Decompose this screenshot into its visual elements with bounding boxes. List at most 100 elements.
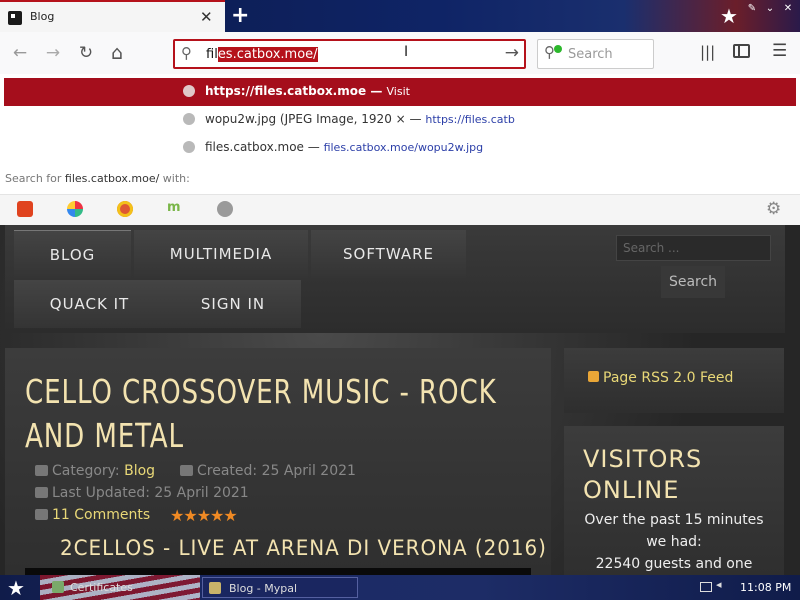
forward-button[interactable]: → [42,42,64,64]
hamburger-menu-icon[interactable]: ☰ [772,41,787,61]
taskbar-item-blog[interactable]: Blog - Mypal [202,577,358,598]
taskbar-item-certificates[interactable]: Certificates [48,577,198,598]
duckduckgo-icon[interactable] [117,201,133,217]
volume-icon[interactable]: ◂ [716,578,722,591]
star-logo-icon: ★ [720,4,738,28]
calendar-icon [35,487,48,498]
tab-strip: Blog ✕ + ★ ✎ ⌄ ✕ [0,0,800,32]
folder-icon [35,465,48,476]
menu-item-sign-in[interactable]: SIGN IN [165,280,301,328]
text-cursor-icon: I [404,44,409,60]
search-for-prefix: Search for [5,172,65,185]
gear-icon[interactable]: ⚙ [766,199,781,219]
url-typed-text: fil [206,47,218,62]
task-label: Blog - Mypal [229,582,298,595]
created-date: Created: 25 April 2021 [197,463,356,479]
home-button[interactable]: ⌂ [106,42,128,64]
site-search-button[interactable]: Search [661,266,725,298]
category-label: Category: [52,463,125,479]
menu-item-blog[interactable]: BLOG [14,230,131,278]
search-engine-row: m ⚙ [0,194,800,225]
library-icon[interactable]: ||| [700,43,715,61]
tab-title: Blog [30,10,55,23]
favicon-icon [8,11,22,25]
pencil-icon[interactable]: ✎ [746,3,758,15]
mojeek-icon[interactable]: m [167,201,183,217]
search-for-query: files.catbox.moe/ [64,172,160,185]
search-icon: ⚲ [181,44,192,62]
back-button[interactable]: ← [9,42,31,64]
article-category: Category: Blog [35,463,155,479]
category-link[interactable]: Blog [124,463,155,479]
comments-count: 11 Comments [52,507,151,523]
rss-link[interactable]: Page RSS 2.0 Feed [588,370,733,386]
suggestion-separator: — [303,140,324,154]
suggestion-text: https://files.catbox.moe [205,84,367,98]
window-controls: ✎ ⌄ ✕ [746,3,794,15]
reload-button[interactable]: ↻ [75,42,97,64]
site-search-input[interactable]: Search ... [616,235,771,261]
brave-icon[interactable] [17,201,33,217]
web-page: BLOG MULTIMEDIA SOFTWARE QUACK IT SIGN I… [0,225,800,575]
article-title: CELLO CROSSOVER MUSIC - ROCK AND METAL [25,372,497,455]
menu-item-multimedia[interactable]: MULTIMEDIA [134,230,308,278]
menu-item-quack-it[interactable]: QUACK IT [14,280,165,328]
clock: 11:08 PM [740,581,792,594]
suggestion-separator: — [366,84,387,98]
close-window-icon[interactable]: ✕ [782,3,794,15]
suggestion-url: https://files.catb [425,113,515,126]
start-menu-icon[interactable]: ★ [7,576,25,600]
menu-item-software[interactable]: SOFTWARE [311,230,466,278]
suggestion-text: files.catbox.moe [205,140,304,154]
video-title: 2CELLOS - LIVE AT ARENA DI VERONA (2016) [60,536,547,560]
page-icon [183,141,195,153]
suggestion-url: files.catbox.moe/wopu2w.jpg [323,141,484,154]
taskbar: ★ Certificates Blog - Mypal ◂ 11:08 PM [0,575,800,600]
video-player[interactable] [25,568,531,575]
minimize-icon[interactable]: ⌄ [764,3,776,15]
rss-icon [588,371,599,382]
visitors-line: 22540 guests and one [595,556,753,572]
globe-icon [183,85,195,97]
task-label: Certificates [70,581,133,594]
search-with-label: Search for files.catbox.moe/ with: [5,172,190,185]
add-engine-icon [554,45,562,53]
keyboard-icon[interactable] [700,582,712,592]
visit-label: Visit [386,85,410,98]
rating-stars[interactable]: ★★★★★ [170,506,238,525]
comment-icon [35,509,48,520]
search-bar[interactable]: ⚲ Search [537,39,654,69]
visitors-title: VISITORS ONLINE [583,445,703,504]
url-autofill-selection: es.catbox.moe/ [217,47,318,62]
suggestion-history[interactable]: wopu2w.jpg (JPEG Image, 1920 × — https:/… [4,106,796,134]
site-menu: BLOG MULTIMEDIA SOFTWARE QUACK IT SIGN I… [5,225,785,333]
page-icon [183,113,195,125]
sidebar-toggle-icon[interactable] [733,44,750,58]
visitors-line: Over the past 15 minutes [584,512,764,528]
rss-label: Page RSS 2.0 Feed [603,370,734,386]
search-engine-icon[interactable] [217,201,233,217]
article-created: Created: 25 April 2021 [180,463,356,479]
article-updated: Last Updated: 25 April 2021 [35,485,249,501]
calendar-icon [180,465,193,476]
rss-panel: Page RSS 2.0 Feed [564,348,784,413]
url-input[interactable]: files.catbox.moe/ [206,47,318,62]
updated-date: Last Updated: 25 April 2021 [52,485,249,501]
close-tab-icon[interactable]: ✕ [200,8,213,26]
qwant-icon[interactable] [67,201,83,217]
tab-blog[interactable]: Blog ✕ [0,0,225,32]
article: CELLO CROSSOVER MUSIC - ROCK AND METAL C… [5,348,551,575]
new-tab-button[interactable]: + [231,3,249,28]
visitors-panel: VISITORS ONLINE Over the past 15 minutes… [564,426,784,575]
comments-link[interactable]: 11 Comments [35,507,150,523]
url-bar[interactable]: ⚲ files.catbox.moe/ I → [173,39,526,69]
search-input[interactable]: Search [568,47,613,62]
window-icon [52,581,64,593]
suggestion-separator: — [405,112,426,126]
search-for-suffix: with: [159,172,190,185]
go-arrow-button[interactable]: → [505,43,519,63]
suggestion-visit[interactable]: https://files.catbox.moe — Visit [4,78,796,106]
suggestion-text: wopu2w.jpg (JPEG Image, 1920 × [205,112,406,126]
url-autocomplete-dropdown: https://files.catbox.moe — Visit wopu2w.… [0,74,800,225]
suggestion-history[interactable]: files.catbox.moe — files.catbox.moe/wopu… [4,134,796,162]
